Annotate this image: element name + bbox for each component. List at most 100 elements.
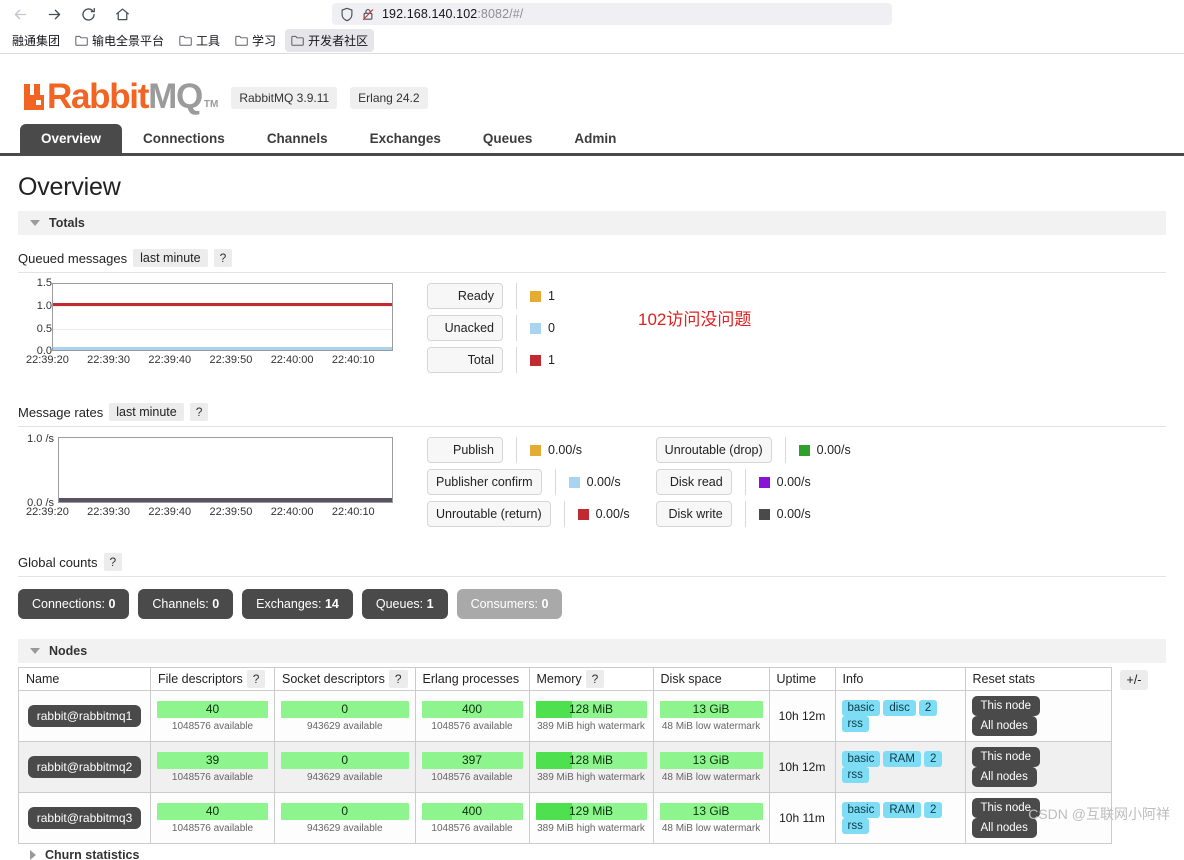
info-tag[interactable]: 2 [918,700,938,716]
shield-icon[interactable] [340,7,354,22]
legend-item-publisher-confirm: Publisher confirm 0.00/s [427,469,630,495]
count-pill-queues[interactable]: Queues: 1 [361,589,448,619]
rates-period-selector[interactable]: last minute [109,403,184,421]
col-header-memory[interactable]: Memory? [528,667,654,691]
count-label: Queues: [375,597,424,611]
count-value: 1 [426,597,434,611]
help-icon[interactable]: ? [388,670,408,688]
sd-value: 0 [341,804,349,818]
cell-info: basic RAM 2 rss [834,792,966,844]
col-header-uptime[interactable]: Uptime [768,667,836,691]
legend-button-publish[interactable]: Publish [427,437,503,463]
col-header-socket-descriptors[interactable]: Socket descriptors? [274,667,416,691]
legend-button-ready[interactable]: Ready [427,283,503,309]
tab-queues[interactable]: Queues [462,124,554,153]
tab-channels[interactable]: Channels [246,124,349,153]
tab-admin[interactable]: Admin [553,124,637,153]
reset-all-nodes-button[interactable]: All nodes [971,716,1037,736]
node-name-pill[interactable]: rabbit@rabbitmq1 [27,705,142,727]
col-header-file-descriptors[interactable]: File descriptors? [150,667,275,691]
color-swatch [530,290,541,302]
queued-period-selector[interactable]: last minute [133,249,208,267]
cell-reset-stats: This nodeAll nodes [964,690,1112,742]
tab-connections[interactable]: Connections [122,124,246,153]
cell-node-name: rabbit@rabbitmq3 [18,792,151,844]
rates-help-icon[interactable]: ? [189,403,209,421]
info-tag[interactable]: rss [841,818,869,834]
section-totals[interactable]: Totals [18,211,1166,235]
info-tag[interactable]: rss [841,767,869,783]
info-tag[interactable]: basic [841,751,881,767]
rates-x-axis: 22:39:20 22:39:30 22:39:40 22:39:50 22:4… [26,506,393,518]
legend-value-text: 0.00/s [595,507,630,521]
rates-legend-right: Unroutable (drop) 0.00/s Disk read 0.00/… [655,437,851,527]
legend-button-publisher-confirm[interactable]: Publisher confirm [427,469,542,495]
legend-value-ready: 1 [530,289,582,303]
node-name-pill[interactable]: rabbit@rabbitmq2 [27,756,142,778]
chevron-down-icon[interactable] [30,648,40,654]
legend-button-disk-read[interactable]: Disk read [655,469,732,495]
count-pill-exchanges[interactable]: Exchanges: 14 [242,589,353,619]
reset-all-nodes-button[interactable]: All nodes [971,818,1037,838]
legend-item-total: Total 1 [427,347,582,373]
legend-button-unroutable-return[interactable]: Unroutable (return) [427,501,551,527]
color-swatch [577,508,589,520]
help-icon[interactable]: ? [585,670,605,688]
bookmark-label: 学习 [252,34,277,48]
node-name-pill[interactable]: rabbit@rabbitmq3 [27,807,142,829]
tab-exchanges[interactable]: Exchanges [349,124,462,153]
bookmark-item-2[interactable]: 工具 [173,29,226,52]
info-tag[interactable]: RAM [883,751,921,767]
column-toggle-button[interactable]: +/- [1119,670,1149,690]
section-churn-statistics[interactable]: Churn statistics [18,850,1166,860]
chevron-right-icon[interactable] [30,850,36,860]
help-icon[interactable]: ? [246,670,266,688]
reset-this-node-button[interactable]: This node [971,747,1041,767]
global-counts-help-icon[interactable]: ? [103,553,123,571]
info-tag[interactable]: 2 [923,802,943,818]
red-annotation-text: 102访问没问题 [638,310,752,329]
legend-button-unroutable-drop[interactable]: Unroutable (drop) [655,437,772,463]
tab-overview[interactable]: Overview [20,124,123,153]
section-nodes[interactable]: Nodes [18,639,1166,663]
disk-bar: 13 GiB [659,802,763,820]
count-pill-channels[interactable]: Channels: 0 [138,589,234,619]
info-tag[interactable]: rss [841,716,869,732]
back-arrow-icon[interactable] [10,4,30,24]
proc-value: 397 [462,753,483,767]
table-row: rabbit@rabbitmq3 40 1048576 available 0 … [18,792,1112,844]
bookmark-item-3[interactable]: 学习 [229,29,282,52]
lock-disabled-icon[interactable] [361,7,375,22]
legend-button-total[interactable]: Total [427,347,503,373]
reset-all-nodes-button[interactable]: All nodes [971,767,1037,787]
legend-button-unacked[interactable]: Unacked [427,315,503,341]
bookmark-item-1[interactable]: 输电全景平台 [69,29,170,52]
rabbitmq-logo[interactable]: RabbitMQ TM [22,79,218,114]
info-tag[interactable]: disc [883,700,916,716]
col-header-name[interactable]: Name [18,667,151,691]
info-tag[interactable]: basic [841,802,881,818]
col-header-disk-space[interactable]: Disk space [652,667,770,691]
info-tag[interactable]: basic [841,700,881,716]
legend-button-disk-write[interactable]: Disk write [655,501,732,527]
reload-icon[interactable] [78,4,98,24]
col-header-reset-stats[interactable]: Reset stats [964,667,1112,691]
forward-arrow-icon[interactable] [44,4,64,24]
count-pill-consumers[interactable]: Consumers: 0 [456,589,563,619]
color-swatch [568,476,580,488]
url-bar[interactable]: 192.168.140.102:8082/#/ [332,3,892,25]
queued-plot-area [52,283,393,351]
info-tag[interactable]: 2 [923,751,943,767]
col-header-info[interactable]: Info [834,667,966,691]
bookmark-item-4[interactable]: 开发者社区 [285,29,375,52]
count-pill-connections[interactable]: Connections: 0 [18,589,130,619]
global-counts-title: Global counts [18,554,98,570]
info-tag[interactable]: RAM [883,802,921,818]
chevron-down-icon[interactable] [30,220,40,226]
bookmark-item-0[interactable]: 融通集团 [6,29,66,52]
col-header-erlang-processes[interactable]: Erlang processes [414,667,530,691]
reset-this-node-button[interactable]: This node [971,696,1041,716]
home-icon[interactable] [112,4,132,24]
rates-plot-area [58,437,393,503]
queued-help-icon[interactable]: ? [213,249,233,267]
